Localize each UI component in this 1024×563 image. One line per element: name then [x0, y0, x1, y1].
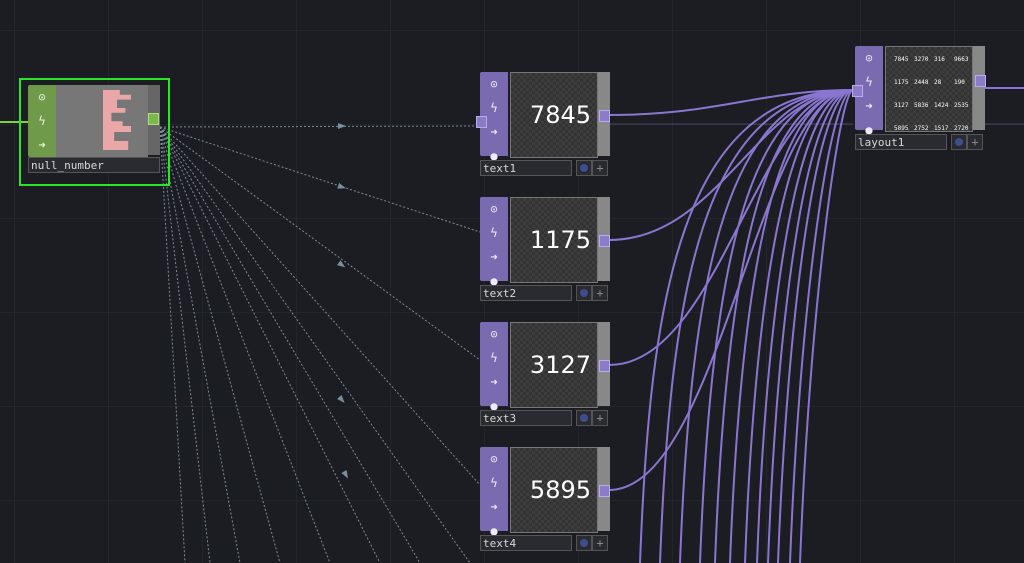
layout-cell: 2720 — [954, 125, 969, 132]
layout1-node[interactable]: ⊙ ϟ ➜ ● 7845 3270 316 9663 1175 2448 28 … — [855, 46, 985, 150]
text3-name[interactable]: text3 — [480, 410, 572, 426]
dotted-wire — [159, 126, 241, 563]
text3-viewer[interactable]: 3127 — [510, 322, 598, 408]
layout1-input-port[interactable] — [852, 85, 863, 97]
null-output-port[interactable] — [148, 113, 159, 125]
text3-node[interactable]: ⊙ ϟ ➜ ● 3127 text3 + — [480, 322, 610, 426]
layout-cell: 1517 — [934, 125, 949, 132]
lightning-icon[interactable]: ϟ — [480, 346, 508, 370]
text4-viewer-flag[interactable] — [576, 535, 592, 551]
text4-name[interactable]: text4 — [480, 535, 572, 551]
gear-icon[interactable]: ⊙ — [855, 46, 883, 70]
layout-cell: 2535 — [954, 102, 969, 109]
text1-viewer[interactable]: 7845 — [510, 72, 598, 158]
dotted-wire — [159, 126, 281, 563]
dotted-wire — [159, 126, 211, 563]
layout-cell: 9663 — [954, 56, 969, 63]
purple-wire — [608, 89, 854, 491]
layout1-viewer[interactable]: 7845 3270 316 9663 1175 2448 28 190 3127… — [885, 46, 973, 132]
text1-input-port[interactable] — [476, 116, 487, 128]
dotted-wire — [159, 126, 381, 563]
layout-cell: 3127 — [894, 102, 909, 109]
dotted-wire — [159, 126, 186, 563]
layout1-name[interactable]: layout1 — [855, 134, 947, 150]
layout-cell: 2448 — [914, 79, 929, 86]
layout-cell: 28 — [934, 79, 942, 86]
text2-tabs: ⊙ ϟ ➜ ● — [480, 197, 508, 288]
layout1-viewer-flag[interactable] — [951, 134, 967, 150]
wire-arrow — [338, 123, 346, 129]
text2-viewer-flag[interactable] — [576, 285, 592, 301]
text2-name[interactable]: text2 — [480, 285, 572, 301]
text1-value: 7845 — [529, 101, 591, 129]
text2-node[interactable]: ⊙ ϟ ➜ ● 1175 text2 + — [480, 197, 610, 301]
arrow-right-icon[interactable]: ➜ — [480, 245, 508, 269]
text4-plus-flag[interactable]: + — [592, 535, 608, 551]
dotted-wire — [159, 126, 331, 563]
wire-arrow — [337, 395, 345, 403]
text1-plus-flag[interactable]: + — [592, 160, 608, 176]
arrow-right-icon[interactable]: ➜ — [855, 94, 883, 118]
gear-icon[interactable]: ⊙ — [480, 447, 508, 471]
layout-cell: 190 — [954, 79, 965, 86]
dotted-wire — [159, 126, 471, 563]
wire-arrow — [341, 470, 348, 479]
layout1-plus-flag[interactable]: + — [967, 134, 983, 150]
text3-output-port[interactable] — [599, 360, 610, 372]
lightning-icon[interactable]: ϟ — [480, 221, 508, 245]
text1-tabs: ⊙ ϟ ➜ ● — [480, 72, 508, 163]
lightning-icon[interactable]: ϟ — [480, 471, 508, 495]
text3-tabs: ⊙ ϟ ➜ ● — [480, 322, 508, 413]
dotted-wire — [159, 126, 481, 486]
layout1-output-port[interactable] — [975, 75, 986, 87]
dotted-wire — [159, 126, 481, 233]
layout1-right-strip — [973, 46, 985, 130]
text3-value: 3127 — [529, 351, 591, 379]
text1-output-port[interactable] — [599, 110, 610, 122]
dotted-wire — [159, 126, 481, 361]
arrow-right-icon[interactable]: ➜ — [480, 495, 508, 519]
purple-wire — [659, 89, 854, 563]
text4-node[interactable]: ⊙ ϟ ➜ ● 5895 text4 + — [480, 447, 610, 551]
text3-plus-flag[interactable]: + — [592, 410, 608, 426]
purple-wire — [699, 89, 854, 563]
purple-wire — [789, 89, 854, 563]
layout-cell: 3270 — [914, 56, 929, 63]
text3-viewer-flag[interactable] — [576, 410, 592, 426]
layout-cell: 316 — [934, 56, 945, 63]
gear-icon[interactable]: ⊙ — [480, 72, 508, 96]
wire-arrow — [337, 182, 346, 189]
layout-cell: 5836 — [914, 102, 929, 109]
layout-grid: 7845 3270 316 9663 1175 2448 28 190 3127… — [894, 57, 972, 132]
text2-viewer[interactable]: 1175 — [510, 197, 598, 283]
text1-viewer-flag[interactable] — [576, 160, 592, 176]
layout-cell: 2752 — [914, 125, 929, 132]
text1-name[interactable]: text1 — [480, 160, 572, 176]
arrow-right-icon[interactable]: ➜ — [480, 370, 508, 394]
text4-value: 5895 — [529, 476, 591, 504]
text2-value: 1175 — [529, 226, 591, 254]
selection-box — [19, 78, 170, 186]
layout-cell: 7845 — [894, 56, 909, 63]
text2-plus-flag[interactable]: + — [592, 285, 608, 301]
text4-output-port[interactable] — [599, 485, 610, 497]
gear-icon[interactable]: ⊙ — [480, 322, 508, 346]
layout-cell: 5895 — [894, 125, 909, 132]
text1-node[interactable]: ⊙ ϟ ➜ ● 7845 text1 + — [480, 72, 610, 176]
layout-cell: 1424 — [934, 102, 949, 109]
dotted-wire — [159, 125, 477, 128]
text2-output-port[interactable] — [599, 235, 610, 247]
text4-tabs: ⊙ ϟ ➜ ● — [480, 447, 508, 538]
text4-viewer[interactable]: 5895 — [510, 447, 598, 533]
gear-icon[interactable]: ⊙ — [480, 197, 508, 221]
dotted-wire — [159, 126, 421, 563]
layout-cell: 1175 — [894, 79, 909, 86]
